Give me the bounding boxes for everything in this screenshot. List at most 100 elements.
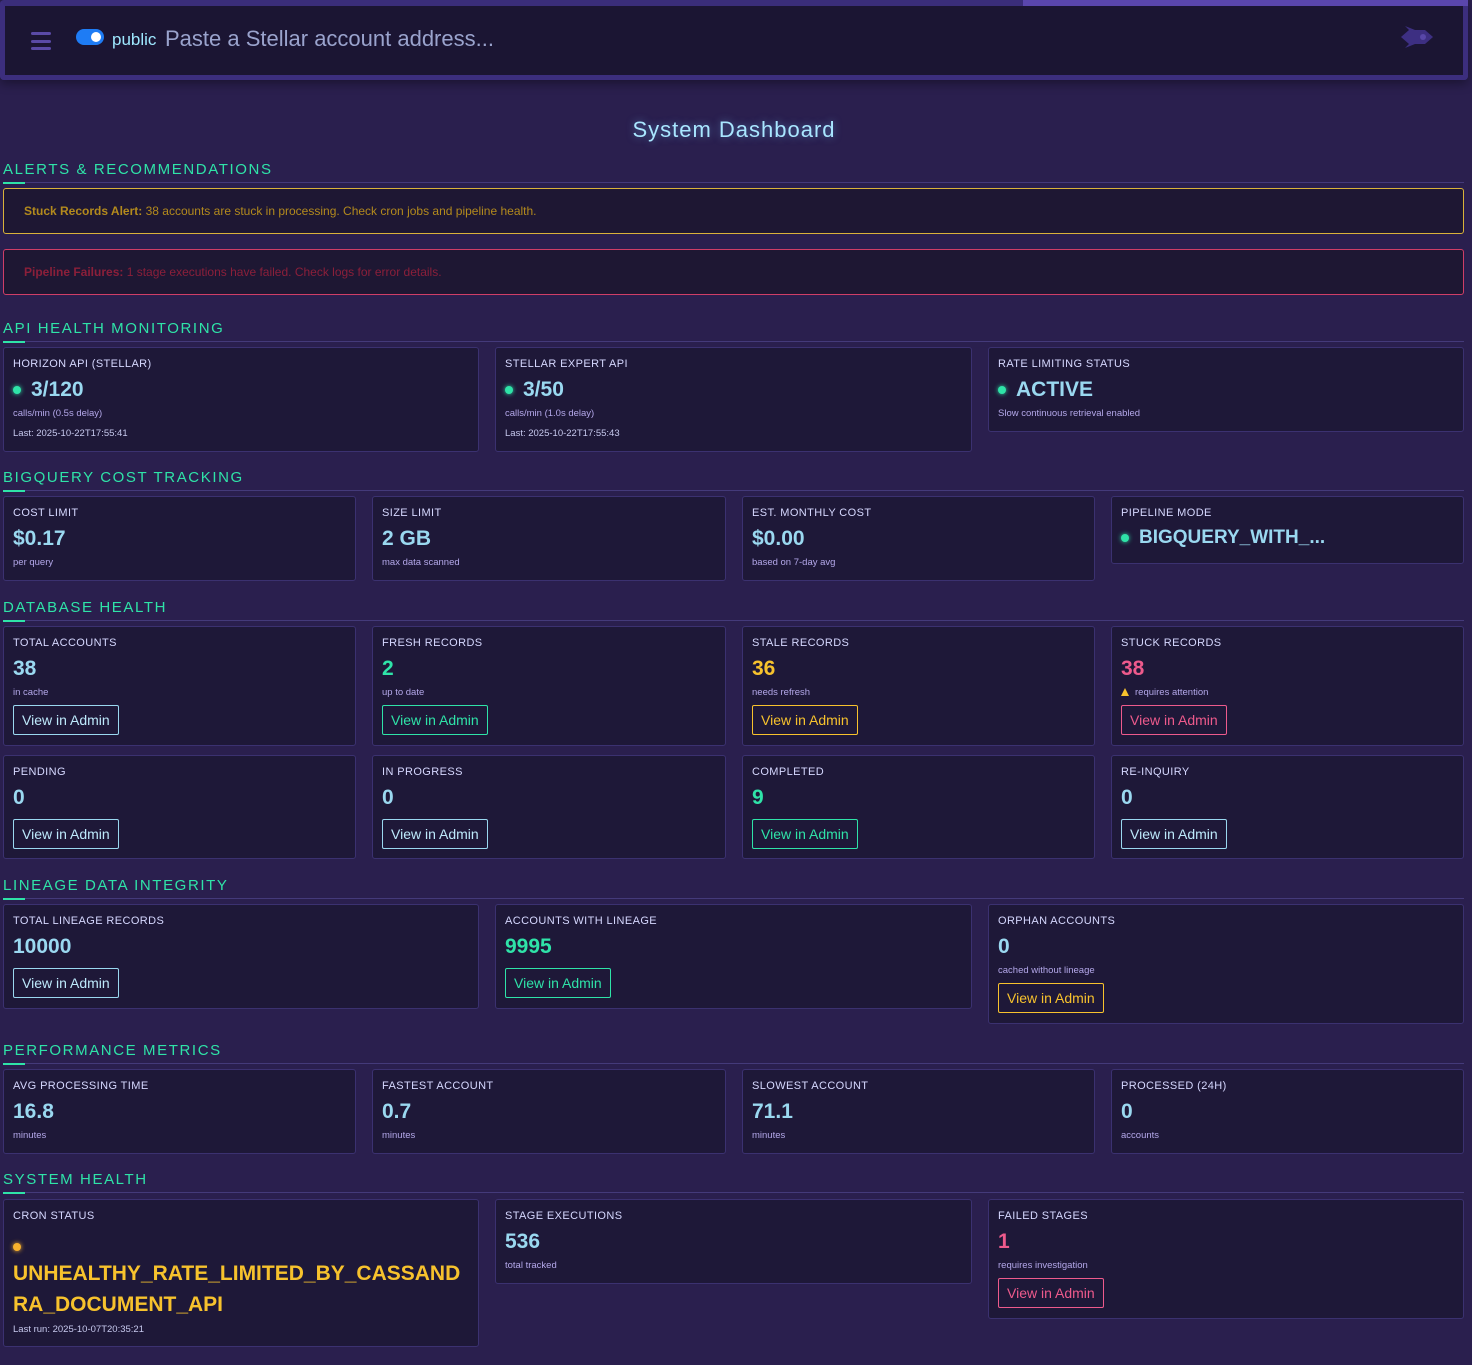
card-sub: calls/min (1.0s delay) [505,408,595,419]
card-value: 0 [1121,786,1133,809]
card-label: AVG PROCESSING TIME [13,1080,149,1092]
section-title-database: DATABASE HEALTH [3,599,1464,622]
card-value: 1 [998,1230,1010,1253]
view-in-admin-button[interactable]: View in Admin [382,819,488,849]
view-in-admin-button[interactable]: View in Admin [998,1278,1104,1308]
card-value: 71.1 [752,1100,793,1123]
failed-stages-card: FAILED STAGES 1 requires investigation V… [988,1199,1464,1319]
card-value: 9 [752,786,764,809]
view-in-admin-button[interactable]: View in Admin [752,705,858,735]
completed-card: COMPLETED 9 View in Admin [742,755,1095,859]
card-label: ACCOUNTS WITH LINEAGE [505,915,658,927]
card-sub: requires attention [1121,687,1454,698]
card-value: $0.17 [13,527,66,550]
card-label: STALE RECORDS [752,637,850,649]
card-value: 36 [752,657,776,680]
card-sub: requires investigation [998,1260,1088,1271]
network-toggle[interactable] [76,29,104,45]
stellar-expert-api-card: STELLAR EXPERT API 3/50 calls/min (1.0s … [495,347,972,452]
accounts-with-lineage-card: ACCOUNTS WITH LINEAGE 9995 View in Admin [495,904,972,1009]
section-title-alerts: ALERTS & RECOMMENDATIONS [3,161,1464,184]
card-label: FASTEST ACCOUNT [382,1080,494,1092]
cost-limit-card: COST LIMIT $0.17 per query [3,496,356,581]
view-in-admin-button[interactable]: View in Admin [13,705,119,735]
card-label: CRON STATUS [13,1210,95,1222]
section-title-bigquery: BIGQUERY COST TRACKING [3,469,1464,492]
warning-icon [1121,688,1129,696]
status-dot-icon [1121,534,1129,542]
page-title: System Dashboard [632,117,836,142]
last-call: Last: 2025-10-22T17:55:41 [13,428,128,439]
card-label: STUCK RECORDS [1121,637,1222,649]
rocket-icon[interactable] [1399,26,1435,48]
fastest-account-card: FASTEST ACCOUNT 0.7 minutes [372,1069,726,1154]
card-label: COST LIMIT [13,507,79,519]
card-sub: minutes [752,1130,786,1141]
card-value: 0 [1121,1100,1133,1123]
size-limit-card: SIZE LIMIT 2 GB max data scanned [372,496,726,581]
card-value: 2 GB [382,527,432,550]
cron-last-run: Last run: 2025-10-07T20:35:21 [13,1324,144,1335]
card-sub: per query [13,557,54,568]
card-label: FRESH RECORDS [382,637,483,649]
alert-title: Stuck Records Alert: [24,204,143,218]
card-value: 0 [998,935,1010,958]
cron-dot-row [13,1238,469,1256]
view-in-admin-button[interactable]: View in Admin [13,968,119,998]
card-value: ACTIVE [998,378,1454,402]
view-in-admin-button[interactable]: View in Admin [998,983,1104,1013]
card-sub: calls/min (0.5s delay) [13,408,103,419]
card-sub: Slow continuous retrieval enabled [998,408,1141,419]
card-label: SIZE LIMIT [382,507,442,519]
card-label: FAILED STAGES [998,1210,1088,1222]
view-in-admin-button[interactable]: View in Admin [1121,705,1227,735]
card-sub: needs refresh [752,687,811,698]
view-in-admin-button[interactable]: View in Admin [505,968,611,998]
fresh-records-card: FRESH RECORDS 2 up to date View in Admin [372,626,726,746]
card-label: IN PROGRESS [382,766,463,778]
view-in-admin-button[interactable]: View in Admin [13,819,119,849]
status-dot-icon [13,1243,21,1251]
card-sub: total tracked [505,1260,557,1271]
card-value: 16.8 [13,1100,54,1123]
section-title-performance: PERFORMANCE METRICS [3,1042,1464,1065]
card-value: 10000 [13,935,72,958]
account-search-input[interactable] [165,22,1345,56]
in-progress-card: IN PROGRESS 0 View in Admin [372,755,726,859]
card-value: BIGQUERY_WITH_... [1121,527,1454,549]
alert-text: 1 stage executions have failed. Check lo… [123,265,442,279]
section-title-lineage: LINEAGE DATA INTEGRITY [3,877,1464,900]
card-label: SLOWEST ACCOUNT [752,1080,869,1092]
card-label: TOTAL LINEAGE RECORDS [13,915,165,927]
card-sub: up to date [382,687,425,698]
status-dot-icon [505,386,513,394]
card-value: 2 [382,657,394,680]
card-label: PENDING [13,766,66,778]
card-label: TOTAL ACCOUNTS [13,637,117,649]
monthly-cost-card: EST. MONTHLY COST $0.00 based on 7-day a… [742,496,1095,581]
card-sub: max data scanned [382,557,460,568]
stale-records-card: STALE RECORDS 36 needs refresh View in A… [742,626,1095,746]
horizon-rate: 3/120 [31,378,84,401]
cron-status-value: UNHEALTHY_RATE_LIMITED_BY_CASSANDRA_DOCU… [13,1262,461,1316]
card-value: 3/50 [505,378,962,402]
view-in-admin-button[interactable]: View in Admin [382,705,488,735]
card-label: STAGE EXECUTIONS [505,1210,623,1222]
card-sub: cached without lineage [998,965,1095,976]
horizon-api-card: HORIZON API (STELLAR) 3/120 calls/min (0… [3,347,479,452]
total-accounts-card: TOTAL ACCOUNTS 38 in cache View in Admin [3,626,356,746]
stage-executions-card: STAGE EXECUTIONS 536 total tracked [495,1199,972,1284]
view-in-admin-button[interactable]: View in Admin [752,819,858,849]
card-value: 0 [382,786,394,809]
card-label: COMPLETED [752,766,825,778]
pipeline-mode: BIGQUERY_WITH_... [1139,527,1326,548]
processed-24h-card: PROCESSED (24H) 0 accounts [1111,1069,1464,1154]
pipeline-failures-alert: Pipeline Failures: 1 stage executions ha… [3,249,1464,295]
card-label: HORIZON API (STELLAR) [13,358,152,370]
card-value: 0.7 [382,1100,412,1123]
last-call: Last: 2025-10-22T17:55:43 [505,428,620,439]
card-value: 0 [13,786,25,809]
menu-icon[interactable] [31,32,51,50]
view-in-admin-button[interactable]: View in Admin [1121,819,1227,849]
card-value: $0.00 [752,527,805,550]
